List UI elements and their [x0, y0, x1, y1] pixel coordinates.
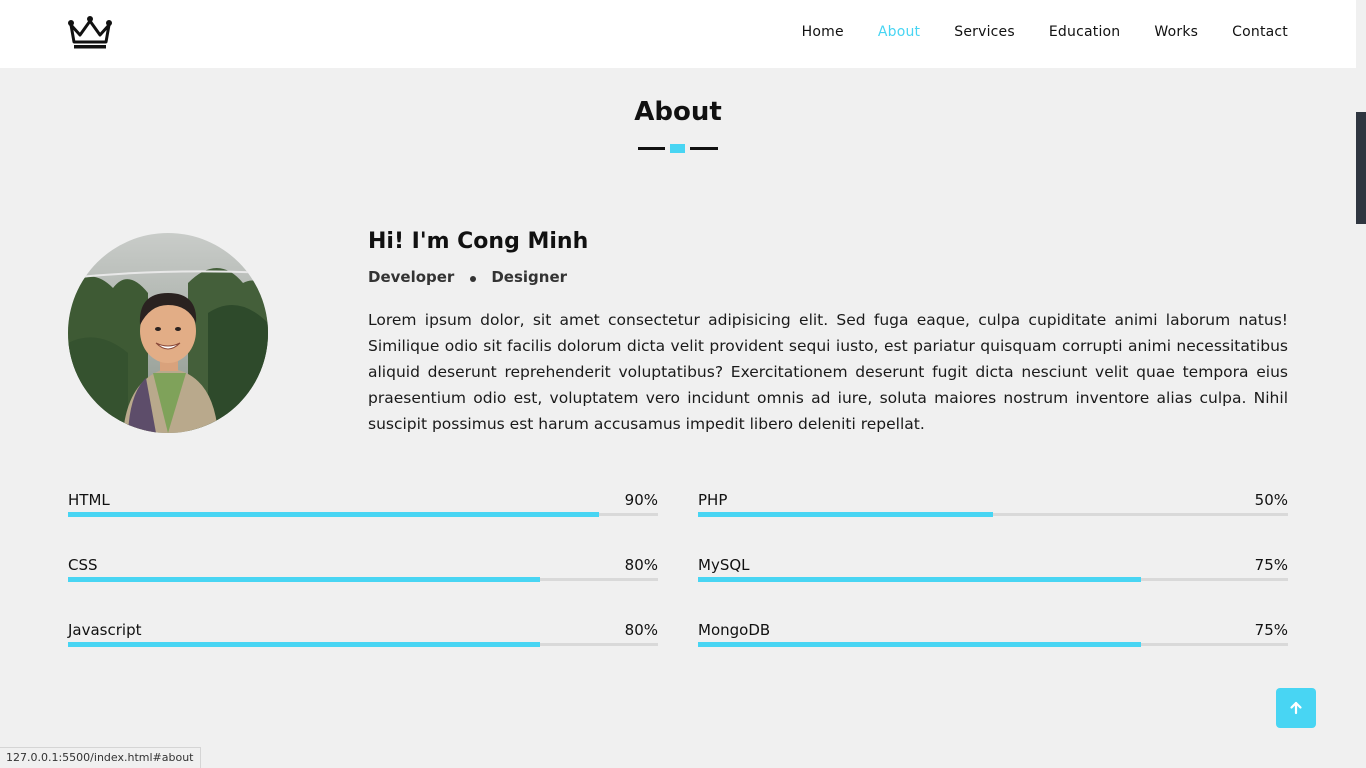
skill-bar-fill [698, 642, 1141, 647]
nav-link-works[interactable]: Works [1154, 24, 1198, 40]
back-to-top-button[interactable] [1276, 688, 1316, 728]
skill-name: PHP [698, 491, 728, 509]
section-title: About [634, 97, 722, 127]
skill-bar-fill [68, 512, 599, 517]
arrow-up-icon [1290, 701, 1302, 715]
skill-name: MongoDB [698, 621, 771, 639]
avatar [68, 233, 268, 433]
skill-bar-fill [698, 577, 1141, 582]
roles: Developer Designer [368, 268, 567, 286]
scrollbar-track[interactable] [1356, 0, 1366, 768]
bio-text: Lorem ipsum dolor, sit amet consectetur … [368, 311, 1288, 433]
skill-track [68, 577, 658, 582]
nav-link-about[interactable]: About [878, 24, 920, 40]
scrollbar-thumb[interactable] [1356, 112, 1366, 224]
skill-track [698, 577, 1288, 582]
skill-javascript: Javascript 80% [68, 621, 658, 671]
skill-html: HTML 90% [68, 491, 658, 541]
skill-track [68, 512, 658, 517]
title-divider [638, 143, 718, 153]
skill-bar-fill [698, 512, 993, 517]
nav-menu: Home About Services Education Works Cont… [768, 24, 1288, 40]
skill-value: 75% [1254, 556, 1288, 574]
skill-value: 90% [624, 491, 658, 509]
crown-icon[interactable] [67, 15, 113, 51]
nav-link-contact[interactable]: Contact [1232, 24, 1288, 40]
skill-track [698, 642, 1288, 647]
skill-value: 50% [1254, 491, 1288, 509]
skill-name: Javascript [68, 621, 142, 639]
intro-heading: Hi! I'm Cong Minh [368, 229, 589, 254]
skill-bar-fill [68, 642, 540, 647]
nav-link-education[interactable]: Education [1049, 24, 1121, 40]
skill-value: 80% [624, 621, 658, 639]
skill-mysql: MySQL 75% [698, 556, 1288, 606]
skill-php: PHP 50% [698, 491, 1288, 541]
skill-value: 75% [1254, 621, 1288, 639]
skill-track [698, 512, 1288, 517]
skill-name: MySQL [698, 556, 750, 574]
skill-value: 80% [624, 556, 658, 574]
role-designer: Designer [491, 268, 568, 286]
skill-bar-fill [68, 577, 540, 582]
skill-css: CSS 80% [68, 556, 658, 606]
nav-link-services[interactable]: Services [954, 24, 1015, 40]
navbar: Home About Services Education Works Cont… [0, 0, 1356, 68]
skill-track [68, 642, 658, 647]
role-developer: Developer [368, 268, 455, 286]
skill-name: CSS [68, 556, 98, 574]
role-separator-dot [470, 275, 477, 282]
skill-mongodb: MongoDB 75% [698, 621, 1288, 671]
skill-name: HTML [68, 491, 110, 509]
nav-link-home[interactable]: Home [802, 24, 844, 40]
status-bar-url: 127.0.0.1:5500/index.html#about [0, 747, 201, 768]
